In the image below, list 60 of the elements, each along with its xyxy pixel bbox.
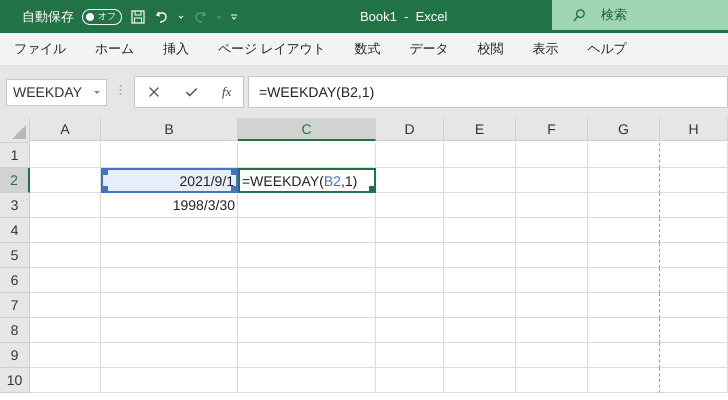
row-header[interactable]: 5 bbox=[0, 243, 30, 268]
save-icon[interactable] bbox=[130, 8, 146, 24]
table-cell[interactable]: 2021/9/1 bbox=[101, 168, 238, 193]
column-header[interactable]: C bbox=[238, 118, 376, 141]
insert-function-button[interactable]: fx bbox=[222, 84, 232, 100]
menu-item[interactable]: 挿入 bbox=[163, 40, 200, 58]
resize-handle[interactable] bbox=[103, 186, 108, 191]
row-header[interactable]: 8 bbox=[0, 318, 30, 343]
row-header[interactable]: 4 bbox=[0, 218, 30, 243]
menu-item[interactable]: 表示 bbox=[532, 40, 570, 58]
grip-icon bbox=[119, 84, 122, 96]
formula-field[interactable]: =WEEKDAY(B2,1) bbox=[248, 76, 728, 108]
search-field[interactable]: 検索 bbox=[552, 0, 728, 30]
row-header[interactable]: 10 bbox=[0, 368, 30, 393]
autosave-toggle[interactable]: オフ bbox=[82, 8, 122, 24]
table-cell[interactable] bbox=[588, 293, 660, 318]
table-cell[interactable] bbox=[588, 318, 660, 343]
column-header[interactable]: E bbox=[444, 118, 516, 141]
autosave-label: 自動保存 bbox=[22, 8, 74, 26]
menu-item[interactable]: データ bbox=[410, 40, 460, 58]
row-header[interactable]: 7 bbox=[0, 293, 30, 318]
table-cell[interactable] bbox=[588, 268, 660, 293]
name-box[interactable]: WEEKDAY bbox=[6, 78, 107, 106]
dropdown-icon[interactable] bbox=[94, 90, 100, 94]
fill-handle[interactable] bbox=[369, 186, 374, 191]
column-header[interactable]: H bbox=[660, 118, 728, 141]
table-cell[interactable]: =WEEKDAY(B2,1) bbox=[238, 168, 376, 193]
row-header[interactable]: 9 bbox=[0, 343, 30, 368]
resize-handle[interactable] bbox=[103, 170, 108, 175]
row-header[interactable]: 2 bbox=[0, 168, 30, 193]
resize-handle[interactable] bbox=[231, 186, 236, 191]
menu-item[interactable]: ホーム bbox=[95, 40, 145, 58]
menu-item[interactable]: 数式 bbox=[354, 40, 392, 58]
select-all-icon[interactable] bbox=[12, 125, 26, 139]
row-header[interactable]: 1 bbox=[0, 143, 30, 168]
table-cell[interactable] bbox=[588, 343, 660, 368]
resize-handle[interactable] bbox=[231, 170, 236, 175]
table-cell[interactable] bbox=[588, 168, 660, 193]
table-cell[interactable] bbox=[588, 143, 660, 168]
menu-item[interactable]: ヘルプ bbox=[588, 40, 638, 58]
row-header[interactable]: 3 bbox=[0, 193, 30, 218]
table-cell[interactable]: 1998/3/30 bbox=[101, 193, 238, 218]
column-header[interactable]: A bbox=[30, 118, 101, 141]
column-header[interactable]: D bbox=[376, 118, 444, 141]
menu-item[interactable]: ページ レイアウト bbox=[218, 40, 337, 58]
menu-item[interactable]: ファイル bbox=[14, 40, 77, 58]
table-cell[interactable] bbox=[588, 218, 660, 243]
search-icon bbox=[572, 8, 587, 22]
window-title: Book1 - Excel bbox=[360, 9, 448, 24]
table-cell[interactable] bbox=[588, 243, 660, 268]
column-header[interactable]: F bbox=[516, 118, 588, 141]
customize-icon[interactable] bbox=[230, 12, 238, 20]
cancel-icon[interactable] bbox=[146, 85, 161, 99]
row-header[interactable]: 6 bbox=[0, 268, 30, 293]
table-cell[interactable] bbox=[588, 368, 660, 393]
column-header[interactable]: G bbox=[588, 118, 660, 141]
menu-item[interactable]: 校閲 bbox=[478, 40, 515, 58]
column-header[interactable]: B bbox=[101, 118, 238, 141]
check-icon[interactable] bbox=[184, 85, 199, 99]
table-cell[interactable] bbox=[588, 193, 660, 218]
